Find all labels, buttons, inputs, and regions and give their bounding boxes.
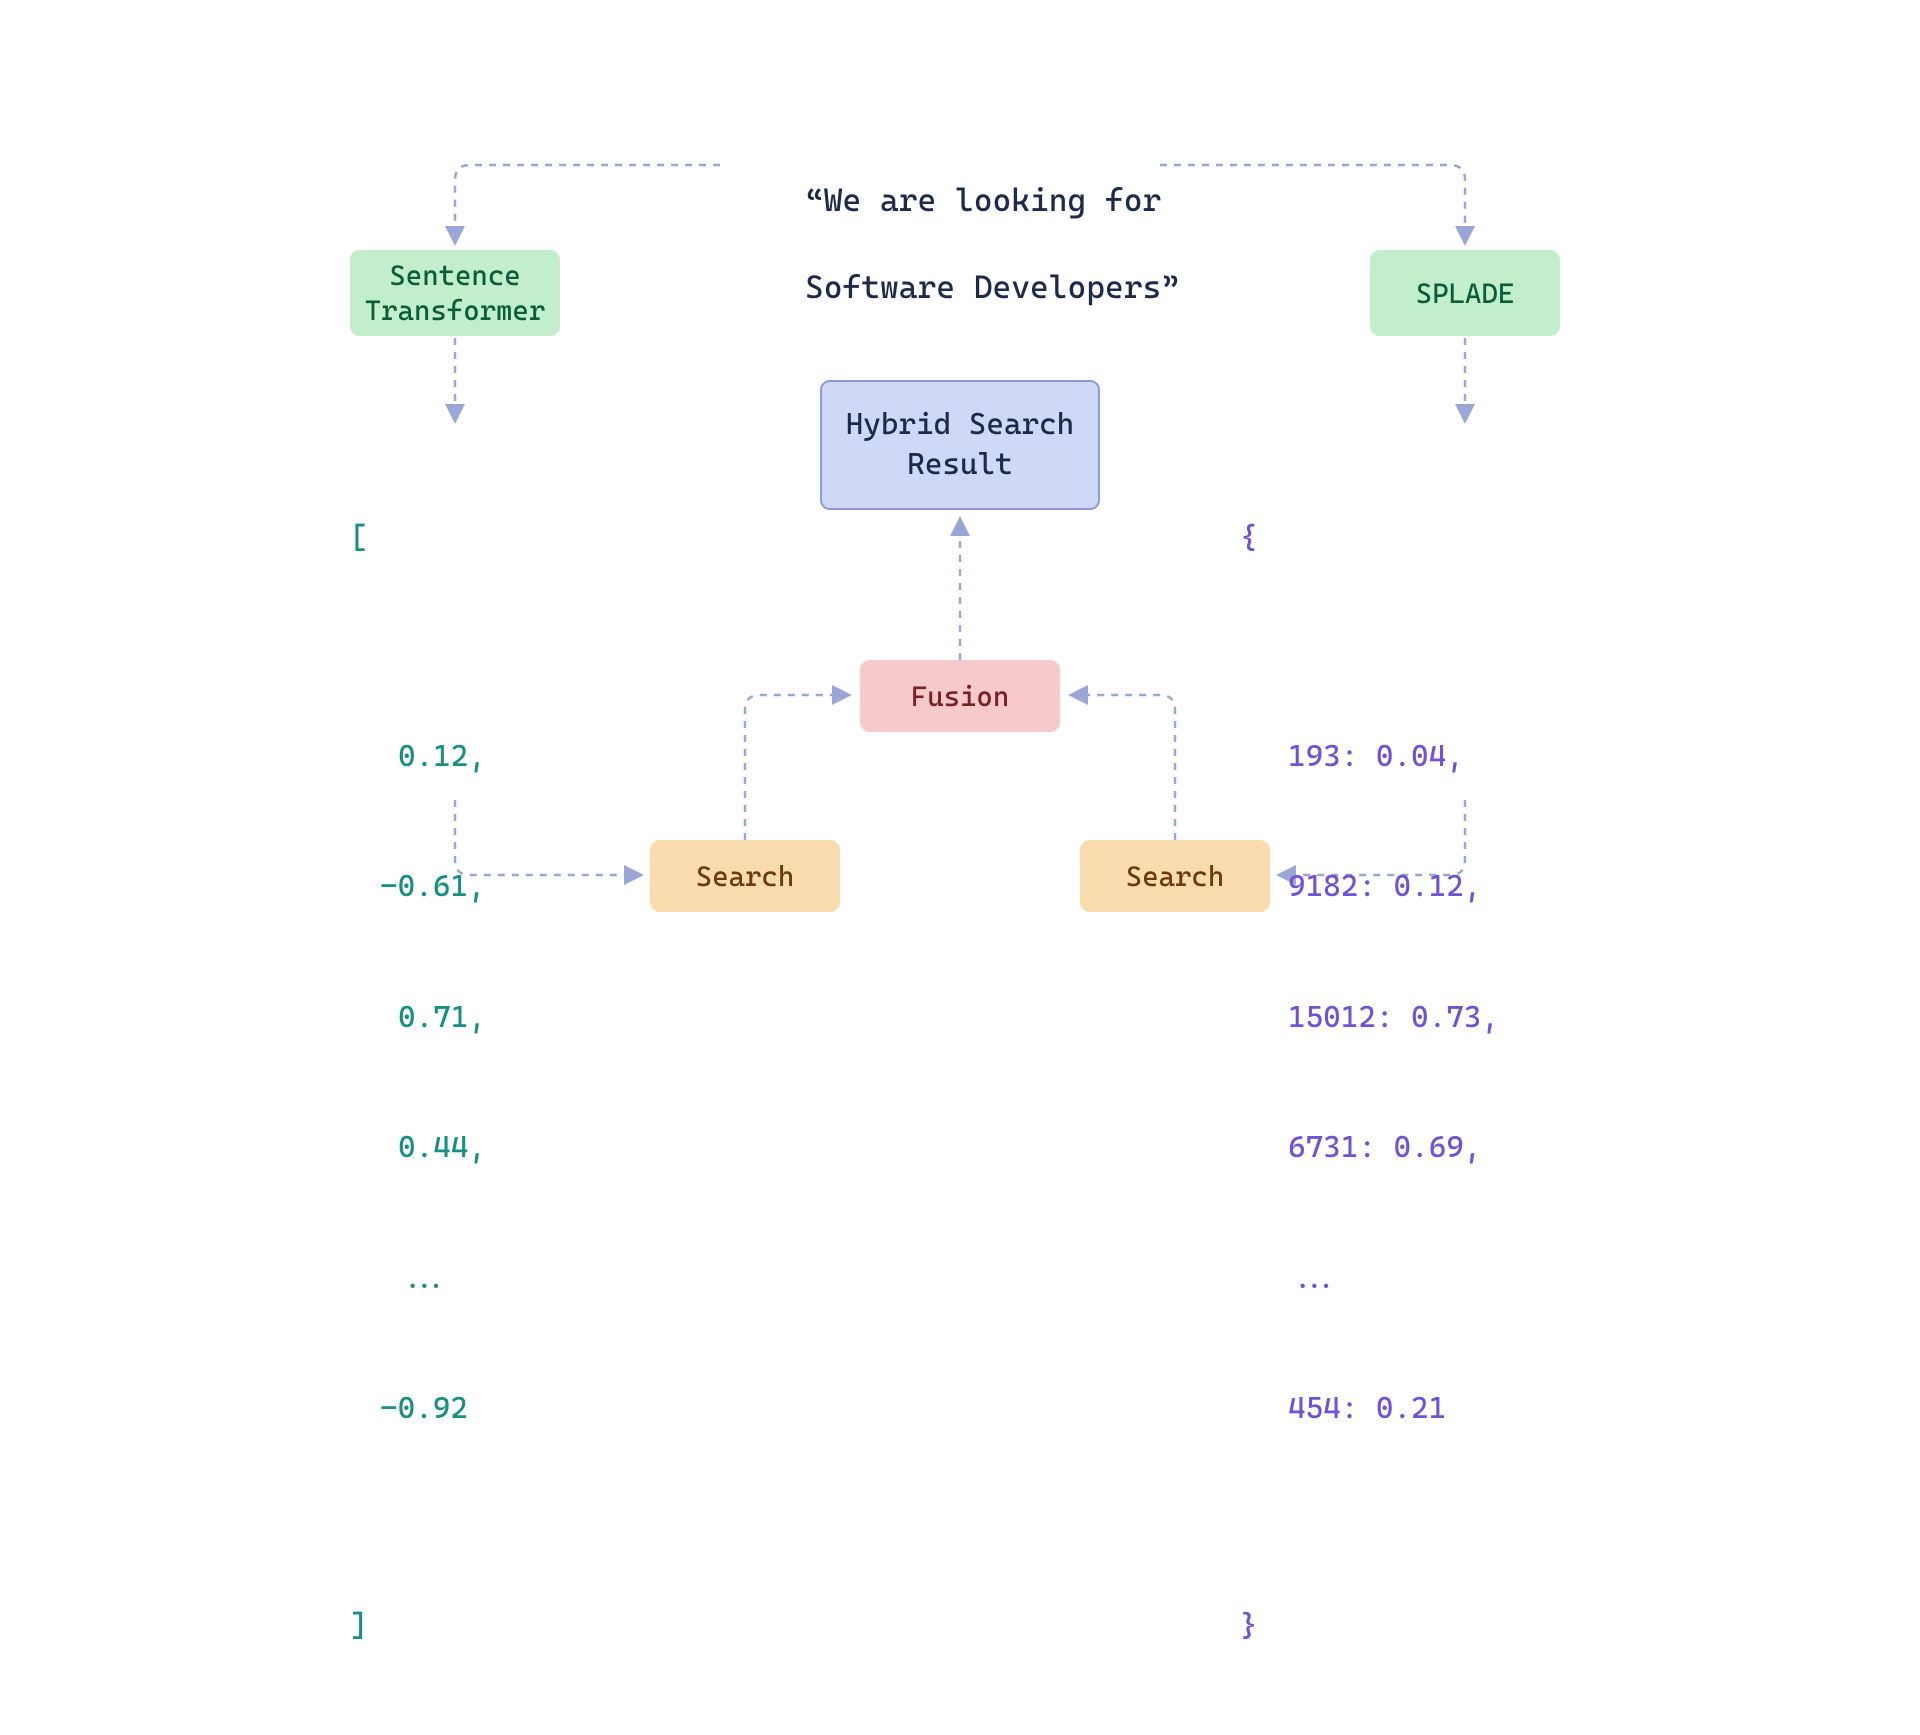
sparse-entry-0: 193: 0.04, <box>1288 735 1499 779</box>
sparse-close: } <box>1240 1605 1499 1649</box>
sparse-entry-2: 15012: 0.73, <box>1288 996 1499 1040</box>
dense-vector-display: [ 0.12, -0.61, 0.71, 0.44, ... -0.92 ] <box>350 430 503 1735</box>
search-right-box: Search <box>1080 840 1270 912</box>
sentence-transformer-box: Sentence Transformer <box>350 250 560 336</box>
sparse-entry-4: ... <box>1288 1257 1499 1301</box>
splade-box: SPLADE <box>1370 250 1560 336</box>
dense-val-2: 0.71, <box>398 996 503 1040</box>
sparse-vector-display: { 193: 0.04, 9182: 0.12, 15012: 0.73, 67… <box>1240 430 1499 1735</box>
search-left-box: Search <box>650 840 840 912</box>
dense-val-1: -0.61, <box>380 865 503 909</box>
diagram-canvas: “We are looking for Software Developers”… <box>200 120 1720 960</box>
sparse-entry-5: 454: 0.21 <box>1288 1387 1499 1431</box>
dense-val-5: -0.92 <box>380 1387 503 1431</box>
dense-val-4: ... <box>398 1257 503 1301</box>
dense-open: [ <box>350 517 503 561</box>
dense-close: ] <box>350 1605 503 1649</box>
dense-val-3: 0.44, <box>398 1126 503 1170</box>
query-line-1: “We are looking for <box>805 181 1161 219</box>
query-text: “We are looking for Software Developers” <box>730 136 1150 352</box>
query-line-2: Software Developers” <box>805 268 1180 306</box>
dense-val-0: 0.12, <box>398 735 503 779</box>
sparse-entry-3: 6731: 0.69, <box>1288 1126 1499 1170</box>
sparse-entry-1: 9182: 0.12, <box>1288 865 1499 909</box>
sparse-open: { <box>1240 517 1499 561</box>
fusion-box: Fusion <box>860 660 1060 732</box>
hybrid-search-result-box: Hybrid Search Result <box>820 380 1100 510</box>
